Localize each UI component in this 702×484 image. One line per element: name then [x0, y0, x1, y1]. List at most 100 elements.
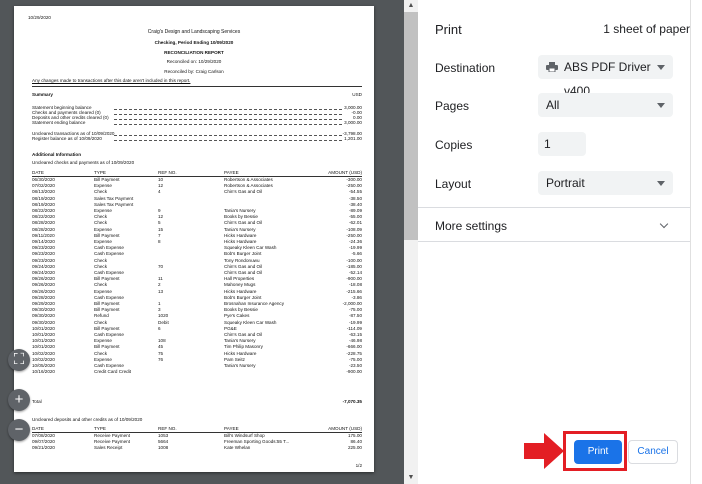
table-cell: Chin's Gas and Oil [224, 263, 263, 269]
table-cell: -23.50 [348, 363, 362, 368]
scrollbar-thumb[interactable] [404, 12, 418, 240]
table-cell: Squeaky Kleen Car Wash [224, 319, 277, 325]
table-cell: -666.00 [346, 344, 362, 350]
sheet-count: 1 sheet of paper [603, 22, 690, 36]
table-row: 09/26/2020 Bill Payment 11 Hall Properties -… [32, 276, 362, 282]
table-cell: 10/01/2020 [32, 332, 55, 337]
leader-line [114, 109, 342, 110]
table-cell: Hicks Hardware [224, 350, 257, 356]
destination-select[interactable]: ABS PDF Driver v400 [538, 55, 673, 98]
table-cell: Expense [94, 338, 112, 344]
table-cell: -24.36 [348, 239, 362, 244]
table-cell: Pye's Cakes [224, 313, 250, 319]
table-cell: Tim Philip Masonry [224, 344, 263, 350]
table-cell: 09/14/2020 [32, 239, 55, 244]
table-cell: Kate Whelan [224, 445, 251, 450]
table-cell: 13 [158, 288, 164, 294]
table-cell: Bob's Burger Joint [224, 294, 262, 300]
table-cell: Check [94, 189, 108, 195]
table-cell: 6 [158, 325, 161, 331]
table-cell: Hall Properties [224, 276, 255, 282]
table-cell: 45 [158, 344, 164, 350]
table-row: 09/29/2020 Bill Payment 1 Brosnahan Insuran… [32, 301, 362, 307]
table-cell: Tania's Nursery [224, 208, 256, 213]
table-cell: 09/23/2020 [32, 257, 55, 263]
chevron-down-icon [657, 181, 665, 186]
leader-line [114, 124, 342, 125]
table-cell: -19.99 [348, 319, 362, 325]
summary-label: Statement ending balance [32, 120, 86, 125]
table-cell: 09/30/2020 [32, 307, 55, 313]
table-cell: 08/22/2020 [32, 208, 55, 213]
table-cell: Chin's Gas and Oil [224, 332, 263, 337]
table-cell: 10/05/2020 [32, 363, 55, 368]
table-cell: -52.14 [348, 270, 362, 275]
table-cell: -75.00 [348, 307, 362, 313]
table-row: 09/23/2020 Cash Expense Bob's Burger Joint… [32, 251, 362, 257]
table-cell: 09/21/2020 [32, 445, 55, 450]
table-cell: Sales Tax Payment [94, 195, 134, 201]
scroll-down-arrow-icon[interactable]: ▼ [404, 472, 418, 484]
table-cell: 08/19/2020 [32, 195, 55, 201]
zoom-in-button[interactable]: + [8, 389, 30, 411]
table-cell: 08/28/2020 [32, 220, 55, 226]
table-cell: 09/23/2020 [32, 245, 55, 251]
uncleared-deposits-heading: Uncleared deposits and other credits as … [32, 417, 143, 422]
summary-label: Register balance as of 10/09/2020 [32, 136, 102, 141]
fit-to-page-button[interactable]: ⛶ [8, 349, 30, 371]
table-cell: 15 [158, 226, 164, 232]
table-cell: PG&E [224, 325, 237, 331]
table-cell: -250.00 [346, 183, 362, 189]
table-row: 09/23/2020 Check Tony Rondonuwu -100.00 [32, 258, 362, 264]
table-cell: Debit [158, 319, 169, 325]
table-cell: Hicks Hardware [224, 239, 257, 244]
table-cell: 175.00 [347, 433, 362, 438]
column-header: DATE [32, 426, 44, 431]
table-cell: 12 [158, 183, 164, 189]
table-cell: Cash Expense [94, 332, 124, 337]
table-cell: -55.00 [348, 214, 362, 220]
table-cell: 5 [158, 220, 161, 226]
chevron-down-icon[interactable] [659, 219, 669, 229]
table-cell: Credit Card Credit [94, 369, 132, 375]
table-cell: 1 [158, 301, 161, 306]
column-header: REF NO. [158, 426, 177, 431]
table-cell: Expense [94, 183, 112, 189]
cancel-button[interactable]: Cancel [628, 440, 678, 464]
table-cell: Expense [94, 226, 112, 232]
table-cell: 08/13/2020 [32, 189, 55, 195]
pages-value: All [546, 98, 560, 112]
table-cell: Books by Bessie [224, 307, 258, 313]
table-cell: 09/29/2020 [32, 301, 55, 306]
table-row: 07/02/2020 Expense 12 Robertson & Associate… [32, 183, 362, 189]
chevron-down-icon [657, 103, 665, 108]
company-name: Craig's Design and Landscaping Services [147, 29, 241, 35]
table-cell: Pam Seitz [224, 356, 245, 362]
table-row: 10/01/2020 Bill Payment 6 PG&E -114.09 [32, 326, 362, 332]
table-cell: Books by Bessie [224, 214, 258, 220]
table-cell: Receive Payment [94, 439, 131, 444]
more-settings-toggle[interactable]: More settings [435, 219, 507, 233]
summary-value: 1,201.00 [344, 136, 362, 141]
leader-line [114, 140, 342, 141]
column-header: TYPE [94, 170, 106, 175]
account-title: Checking, Period Ending 10/09/2020 [154, 40, 234, 45]
table-cell: 09/24/2020 [32, 263, 55, 269]
table-cell: 3 [158, 307, 161, 313]
table-cell: Brosnahan Insurance Agency [224, 301, 285, 306]
table-cell: 225.00 [347, 445, 362, 450]
table-cell: Chin's Gas and Oil [224, 270, 263, 275]
copies-input[interactable]: 1 [538, 132, 586, 156]
background-window-edge [690, 0, 702, 484]
layout-select[interactable]: Portrait [538, 171, 673, 195]
print-button[interactable]: Print [574, 440, 622, 464]
table-cell: Bill Payment [94, 344, 120, 350]
table-cell: Check [94, 214, 108, 220]
zoom-out-button[interactable]: − [8, 419, 30, 441]
table-cell: Cash Expense [94, 251, 124, 257]
scroll-up-arrow-icon[interactable]: ▲ [404, 0, 418, 12]
table-cell: -250.00 [346, 232, 362, 238]
table-row: 10/02/2020 Check 75 Hicks Hardware -228.75 [32, 351, 362, 357]
pages-select[interactable]: All [538, 93, 673, 117]
table-cell: 1053 [158, 433, 169, 438]
